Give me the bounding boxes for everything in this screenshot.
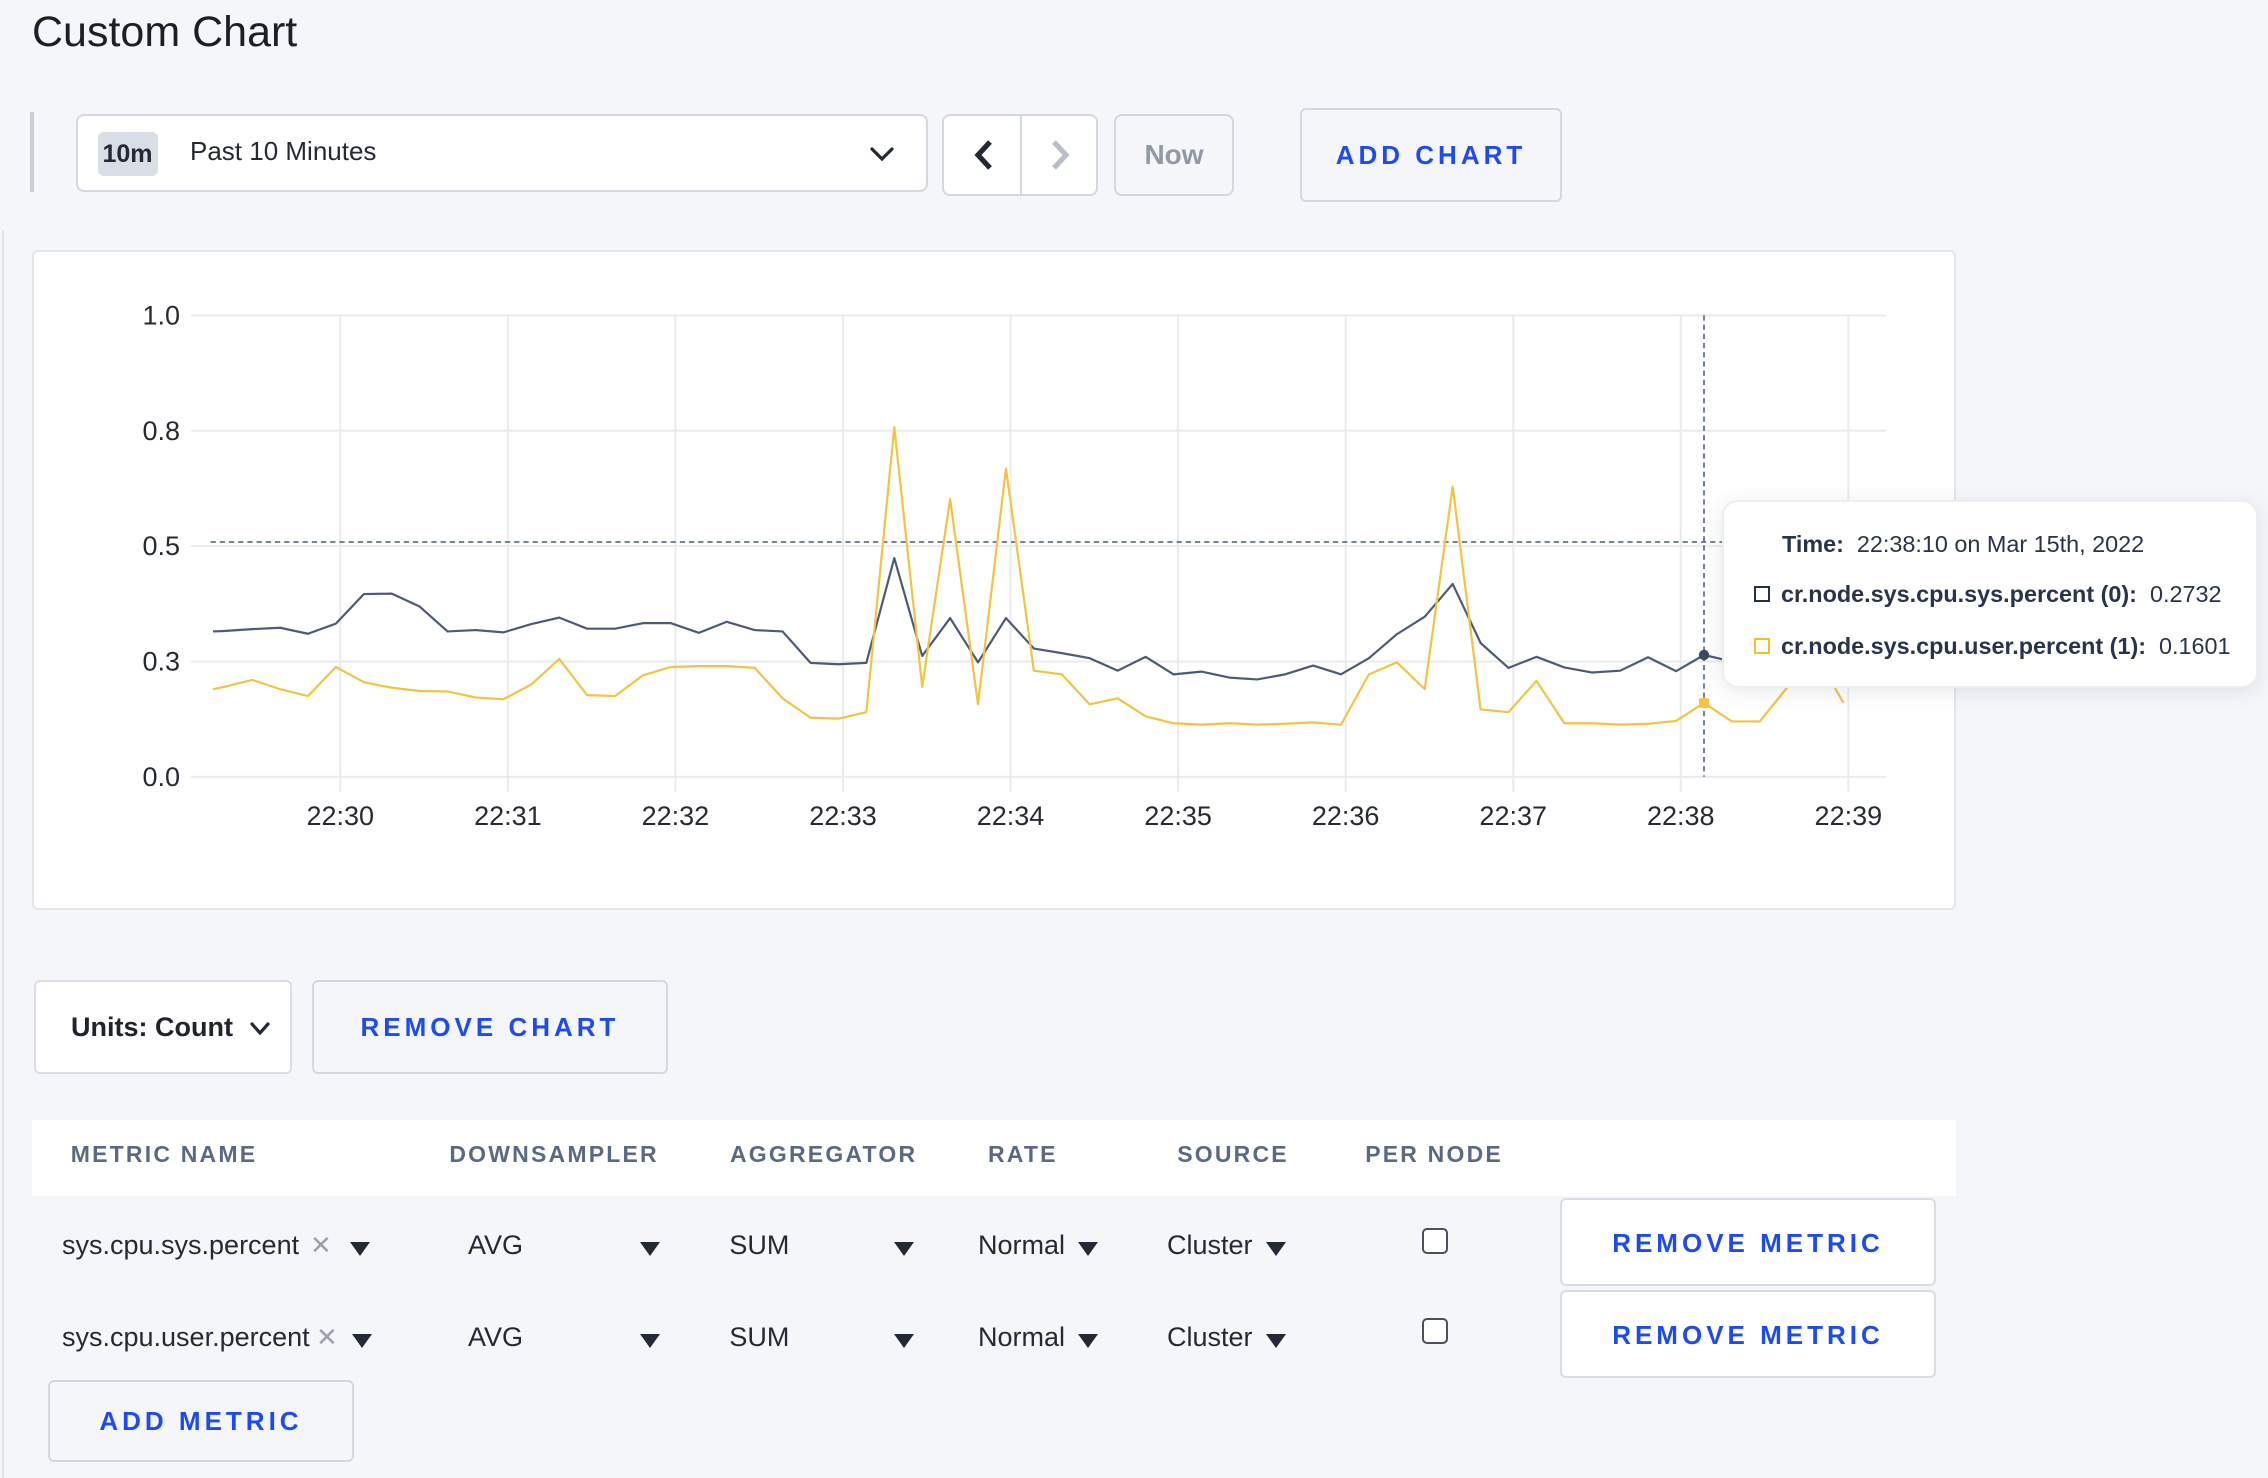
svg-text:22:38: 22:38 (1646, 801, 1714, 831)
svg-text:1.0: 1.0 (141, 300, 179, 330)
svg-text:22:37: 22:37 (1478, 801, 1546, 831)
svg-text:22:30: 22:30 (306, 801, 374, 831)
svg-text:22:39: 22:39 (1814, 801, 1882, 831)
svg-text:22:31: 22:31 (473, 801, 541, 831)
svg-text:0.3: 0.3 (141, 646, 179, 676)
svg-text:22:34: 22:34 (976, 801, 1044, 831)
svg-text:22:33: 22:33 (808, 801, 876, 831)
svg-text:22:32: 22:32 (641, 801, 709, 831)
svg-text:0.0: 0.0 (141, 762, 179, 792)
svg-text:0.5: 0.5 (141, 531, 179, 561)
svg-text:22:35: 22:35 (1143, 801, 1211, 831)
svg-text:22:36: 22:36 (1311, 801, 1379, 831)
svg-text:0.8: 0.8 (141, 416, 179, 446)
